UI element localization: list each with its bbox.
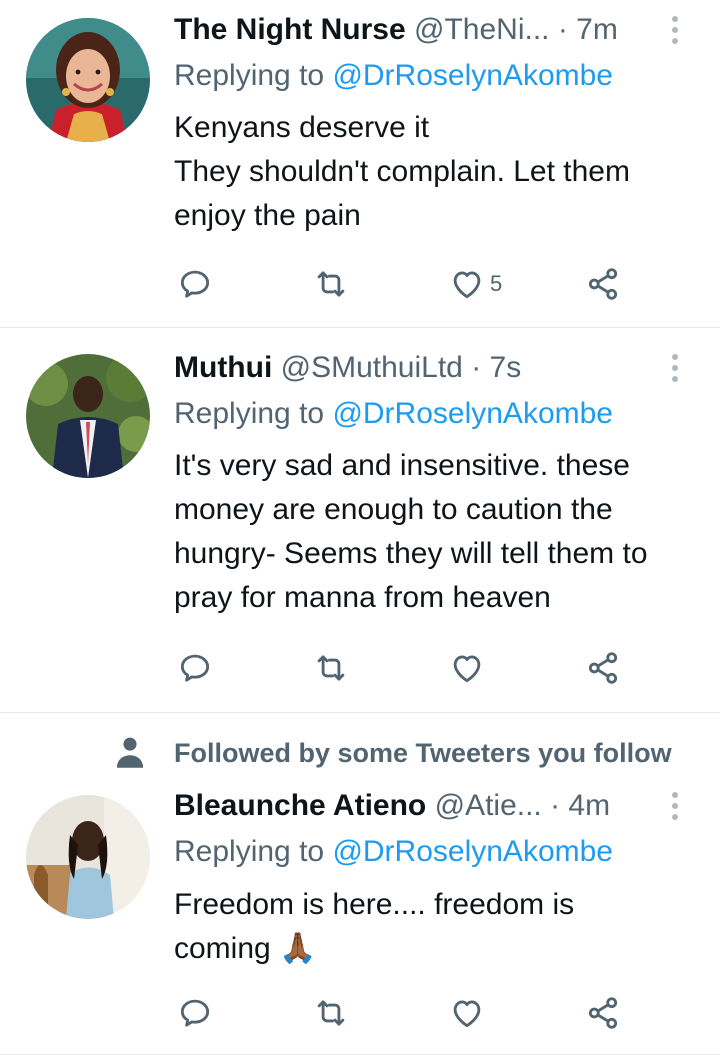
tweet-header: The Night Nurse @TheNi... · 7m (174, 12, 680, 48)
heart-icon (453, 271, 481, 299)
reply-icon (180, 270, 210, 298)
timestamp[interactable]: · 7m (558, 13, 618, 46)
tweet-header: Bleaunche Atieno @Atie... · 4m (174, 788, 680, 824)
retweet-button[interactable] (312, 646, 350, 690)
tweet[interactable]: Followed by some Tweeters you follow Ble… (0, 713, 720, 1055)
user-handle[interactable]: @Atie... (435, 789, 542, 822)
reply-icon (180, 654, 210, 682)
retweet-icon (317, 271, 345, 297)
tweet[interactable]: Muthui @SMuthuiLtd · 7s Replying to @DrR… (0, 328, 720, 713)
like-button[interactable] (448, 991, 490, 1035)
retweet-button[interactable] (312, 991, 350, 1035)
share-icon (588, 652, 618, 684)
avatar[interactable] (26, 354, 150, 478)
tweet-line: Freedom is here.... freedom is coming 🙏🏾 (174, 888, 575, 965)
replying-to: Replying to @DrRoselynAkombe (174, 834, 613, 870)
avatar[interactable] (26, 18, 150, 142)
replying-label: Replying to (174, 59, 325, 92)
heart-icon (453, 655, 481, 683)
like-count: 5 (490, 271, 503, 296)
display-name[interactable]: Bleaunche Atieno (174, 789, 426, 822)
social-context-text: Followed by some Tweeters you follow (174, 738, 672, 768)
mention-link[interactable]: @DrRoselynAkombe (332, 835, 613, 868)
display-name[interactable]: The Night Nurse (174, 13, 406, 46)
share-button[interactable] (584, 646, 622, 690)
reply-button[interactable] (176, 991, 214, 1035)
tweet-text: Freedom is here.... freedom is coming 🙏🏾 (174, 883, 644, 971)
share-icon (588, 997, 618, 1029)
tweet-line: They shouldn't complain. Let them enjoy … (174, 155, 630, 232)
replying-label: Replying to (174, 397, 325, 430)
timestamp[interactable]: · 4m (550, 789, 610, 822)
share-button[interactable] (584, 262, 622, 306)
retweet-icon (317, 1000, 345, 1026)
reply-button[interactable] (176, 646, 214, 690)
retweet-button[interactable] (312, 262, 350, 306)
tweet-actions (174, 991, 634, 1035)
retweet-icon (317, 655, 345, 681)
display-name[interactable]: Muthui (174, 351, 272, 384)
like-button[interactable] (448, 646, 490, 690)
share-icon (588, 268, 618, 300)
mention-link[interactable]: @DrRoselynAkombe (332, 397, 613, 430)
reply-icon (180, 999, 210, 1027)
tweet[interactable]: The Night Nurse @TheNi... · 7m Replying … (0, 0, 720, 328)
tweet-text: Kenyans deserve it They shouldn't compla… (174, 106, 694, 238)
tweet-line: Kenyans deserve it (174, 111, 430, 144)
tweet-actions (174, 646, 634, 690)
more-vertical-icon[interactable] (672, 354, 680, 384)
social-context: Followed by some Tweeters you follow (0, 733, 720, 773)
user-handle[interactable]: @TheNi... (414, 13, 549, 46)
tweet-line: It's very sad and insensitive. these mon… (174, 449, 648, 614)
more-vertical-icon[interactable] (672, 16, 680, 46)
reply-button[interactable] (176, 262, 214, 306)
tweet-header: Muthui @SMuthuiLtd · 7s (174, 350, 680, 386)
heart-icon (453, 1000, 481, 1028)
more-vertical-icon[interactable] (672, 792, 680, 822)
replying-label: Replying to (174, 835, 325, 868)
replying-to: Replying to @DrRoselynAkombe (174, 396, 613, 432)
tweet-actions: 5 (174, 262, 634, 306)
like-button[interactable]: 5 (448, 262, 502, 306)
replying-to: Replying to @DrRoselynAkombe (174, 58, 613, 94)
tweet-text: It's very sad and insensitive. these mon… (174, 444, 684, 620)
avatar[interactable] (26, 795, 150, 919)
person-icon (116, 737, 144, 768)
mention-link[interactable]: @DrRoselynAkombe (332, 59, 613, 92)
user-handle[interactable]: @SMuthuiLtd (281, 351, 463, 384)
share-button[interactable] (584, 991, 622, 1035)
timestamp[interactable]: · 7s (471, 351, 521, 384)
